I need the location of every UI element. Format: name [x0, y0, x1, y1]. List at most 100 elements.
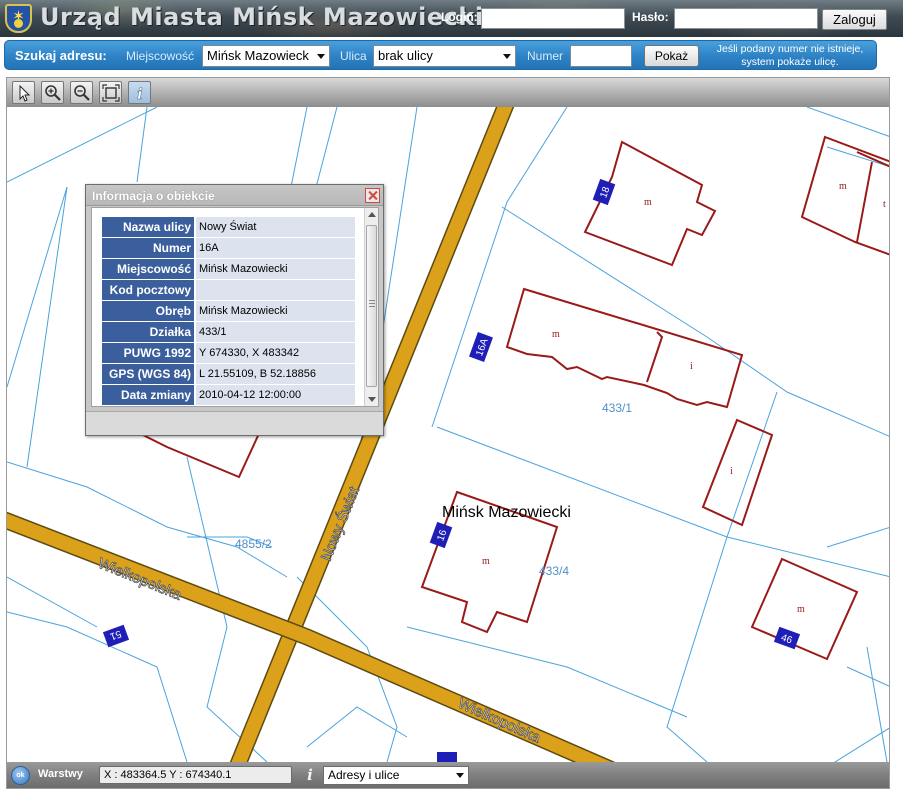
street-select[interactable]: brak ulicy — [373, 45, 516, 67]
scroll-down-icon[interactable] — [368, 397, 376, 402]
parcel-label: 4855/2 — [235, 537, 272, 551]
info-row: Nazwa ulicy Nowy Świat — [102, 217, 355, 237]
info-key: Działka — [102, 322, 194, 342]
search-hint: Jeśli podany numer nie istnieje, system … — [705, 43, 875, 69]
site-title: Urząd Miasta Mińsk Mazowiecki — [40, 3, 484, 31]
info-value: Mińsk Mazowiecki — [196, 301, 355, 321]
crest-sun-icon — [14, 19, 23, 28]
info-key: Data zmiany — [102, 385, 194, 405]
info-icon: i — [307, 766, 313, 784]
parcel-line — [666, 536, 728, 762]
svg-text:i: i — [137, 85, 143, 102]
parcel-line — [431, 107, 568, 428]
city-crest-logo: ✶ — [5, 4, 32, 33]
info-key: GPS (WGS 84) — [102, 364, 194, 384]
info-key: PUWG 1992 — [102, 343, 194, 363]
chevron-down-icon — [456, 773, 464, 778]
header-bar: ✶ Urząd Miasta Mińsk Mazowiecki Login: H… — [0, 0, 903, 37]
login-input[interactable] — [481, 8, 625, 29]
building-code-label: i — [730, 466, 733, 477]
building — [800, 135, 889, 256]
layer-select-value: Adresy i ulice — [328, 768, 400, 782]
city-select-value: Mińsk Mazowieck — [207, 48, 309, 63]
info-window-footer — [86, 411, 383, 435]
zoom-in-icon — [45, 85, 61, 101]
parcel-line — [7, 576, 98, 628]
info-key: Miejscowość — [102, 259, 194, 279]
search-title: Szukaj adresu: — [15, 48, 107, 63]
info-value: 433/1 — [196, 322, 355, 342]
info-scrollbar[interactable] — [364, 208, 378, 406]
info-key: Obręb — [102, 301, 194, 321]
show-button[interactable]: Pokaż — [644, 45, 699, 67]
scroll-up-icon[interactable] — [368, 212, 376, 217]
coordinates-readout: X : 483364.5 Y : 674340.1 — [99, 766, 292, 784]
object-info-window[interactable]: Informacja o obiekcie Nazwa ulicy Nowy Ś… — [85, 184, 384, 436]
parcel-label: 433/4 — [539, 564, 569, 578]
info-value — [196, 280, 355, 300]
info-key: Kod pocztowy — [102, 280, 194, 300]
building-code-label: t — [883, 199, 886, 210]
building-code-label: i — [690, 361, 693, 372]
house-number-marker-partial — [437, 752, 457, 762]
full-extent-icon — [102, 84, 120, 102]
layer-select[interactable]: Adresy i ulice — [323, 766, 469, 785]
info-value: Y 674330, X 483342 — [196, 343, 355, 363]
layers-label[interactable]: Warstwy — [38, 768, 83, 780]
house-number-marker: 16A — [469, 332, 493, 362]
parcel-line — [834, 727, 889, 762]
parcel-line — [826, 527, 889, 687]
building — [646, 331, 664, 383]
street-name-label: Wielkopolska — [455, 695, 543, 747]
login-button[interactable]: Zaloguj — [822, 9, 887, 30]
info-tool-button[interactable]: i — [128, 81, 151, 104]
city-label: Miejscowość — [126, 49, 195, 63]
zoom-out-tool-button[interactable] — [70, 81, 93, 104]
pointer-tool-button[interactable] — [12, 81, 35, 104]
city-select[interactable]: Mińsk Mazowieck — [202, 45, 330, 67]
info-window-body: Nazwa ulicy Nowy Świat Numer 16A Miejsco… — [91, 207, 379, 407]
street-label: Ulica — [340, 49, 367, 63]
parcel-line — [501, 206, 708, 338]
number-label: Numer — [527, 49, 564, 63]
address-search-bar: Szukaj adresu: Miejscowość Mińsk Mazowie… — [4, 40, 877, 70]
info-key: Nazwa ulicy — [102, 217, 194, 237]
number-input[interactable] — [570, 45, 632, 67]
info-value: 16A — [196, 238, 355, 258]
close-icon[interactable] — [365, 188, 380, 203]
scrollbar-thumb[interactable] — [366, 225, 377, 387]
info-value: 2010-04-12 12:00:00 — [196, 385, 355, 405]
info-row: Numer 16A — [102, 238, 355, 258]
info-key: Numer — [102, 238, 194, 258]
chevron-down-icon — [317, 54, 325, 59]
building-code-label: m — [552, 329, 560, 340]
layers-icon[interactable]: ok — [11, 766, 30, 785]
info-row: Data zmiany 2010-04-12 12:00:00 — [102, 385, 355, 405]
house-number-marker: 16 — [429, 521, 453, 549]
zoom-in-tool-button[interactable] — [41, 81, 64, 104]
zoom-out-icon — [74, 85, 90, 101]
parcel-line — [7, 611, 188, 762]
gis-application: ✶ Urząd Miasta Mińsk Mazowiecki Login: H… — [0, 0, 903, 795]
info-row: Działka 433/1 — [102, 322, 355, 342]
parcel-line — [866, 646, 888, 762]
info-row: PUWG 1992 Y 674330, X 483342 — [102, 343, 355, 363]
password-label: Hasło: — [632, 10, 669, 24]
parcel-line — [7, 186, 68, 388]
parcel-line — [726, 391, 778, 538]
info-row: GPS (WGS 84) L 21.55109, B 52.18856 — [102, 364, 355, 384]
house-number-marker: 51 — [102, 624, 130, 648]
building-code-label: m — [482, 556, 490, 567]
search-hint-line1: Jeśli podany numer nie istnieje, — [716, 43, 864, 55]
full-extent-tool-button[interactable] — [99, 81, 122, 104]
info-value: L 21.55109, B 52.18856 — [196, 364, 355, 384]
parcel-line — [7, 461, 288, 578]
search-hint-line2: system pokaże ulicę. — [741, 56, 839, 68]
info-window-titlebar[interactable]: Informacja o obiekcie — [86, 185, 383, 206]
pointer-icon — [19, 84, 31, 102]
building — [505, 287, 744, 409]
info-window-title: Informacja o obiekcie — [92, 189, 215, 203]
map-toolbar: i — [7, 78, 889, 107]
password-input[interactable] — [674, 8, 818, 29]
info-icon: i — [137, 85, 144, 102]
